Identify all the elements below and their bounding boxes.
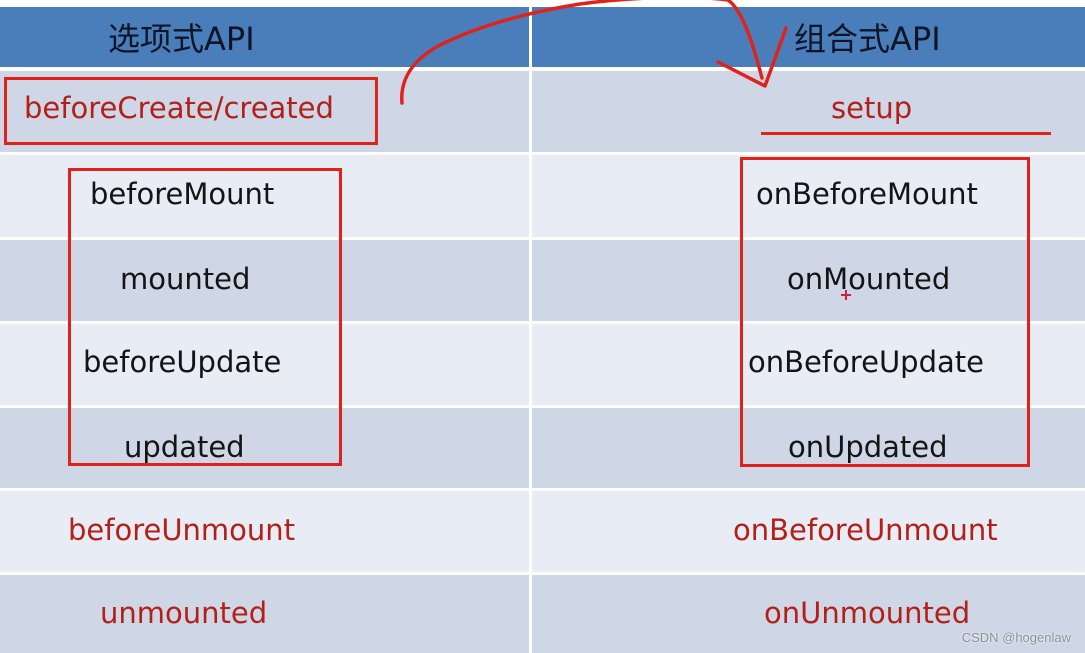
composition-api-hook: onUnmounted [764,596,971,630]
lifecycle-comparison-slide: 选项式API 组合式API beforeCreate/created setup… [0,0,1085,653]
composition-api-cell: onBeforeMount [532,155,1085,237]
table-row: mounted onMounted [0,240,1085,321]
table-header-row: 选项式API 组合式API [0,7,1085,67]
composition-api-hook: onBeforeUpdate [748,345,984,379]
composition-api-cell: setup [532,71,1085,152]
table-row: beforeUpdate onBeforeUpdate [0,324,1085,405]
options-api-cell: beforeUnmount [0,491,529,572]
composition-api-hook: onUpdated [788,430,948,464]
lifecycle-table: 选项式API 组合式API beforeCreate/created setup… [0,7,1085,653]
table-row: unmounted onUnmounted [0,575,1085,653]
table-row: updated onUpdated [0,408,1085,488]
table-row: beforeMount onBeforeMount [0,155,1085,237]
header-cell-composition-api: 组合式API [532,7,1085,67]
composition-api-cell: onBeforeUnmount [532,491,1085,572]
composition-api-cell: onUpdated [532,408,1085,488]
composition-api-hook: onBeforeMount [756,177,978,211]
composition-api-hook: onBeforeUnmount [733,513,998,547]
options-api-hook: mounted [120,262,251,296]
options-api-hook: beforeMount [90,177,275,211]
options-api-hook: updated [124,430,245,464]
header-composition-api-label: 组合式API [794,20,941,58]
options-api-cell: beforeCreate/created [0,71,529,152]
cursor-crosshair-icon [841,290,851,300]
header-options-api-label: 选项式API [108,20,255,58]
options-api-cell: beforeUpdate [0,324,529,405]
composition-api-hook: onMounted [787,262,951,296]
options-api-cell: mounted [0,240,529,321]
options-api-cell: unmounted [0,575,529,653]
options-api-cell: beforeMount [0,155,529,237]
options-api-hook: beforeUpdate [83,345,282,379]
setup-underline [761,132,1051,135]
table-row: beforeCreate/created setup [0,71,1085,152]
options-api-hook: unmounted [100,596,268,630]
options-api-hook: beforeCreate/created [24,91,334,125]
watermark: CSDN @hogenlaw [961,630,1071,645]
header-cell-options-api: 选项式API [0,7,529,67]
options-api-cell: updated [0,408,529,488]
composition-api-cell: onMounted [532,240,1085,321]
composition-api-cell: onBeforeUpdate [532,324,1085,405]
table-row: beforeUnmount onBeforeUnmount [0,491,1085,572]
composition-api-hook: setup [831,91,913,125]
options-api-hook: beforeUnmount [68,513,296,547]
